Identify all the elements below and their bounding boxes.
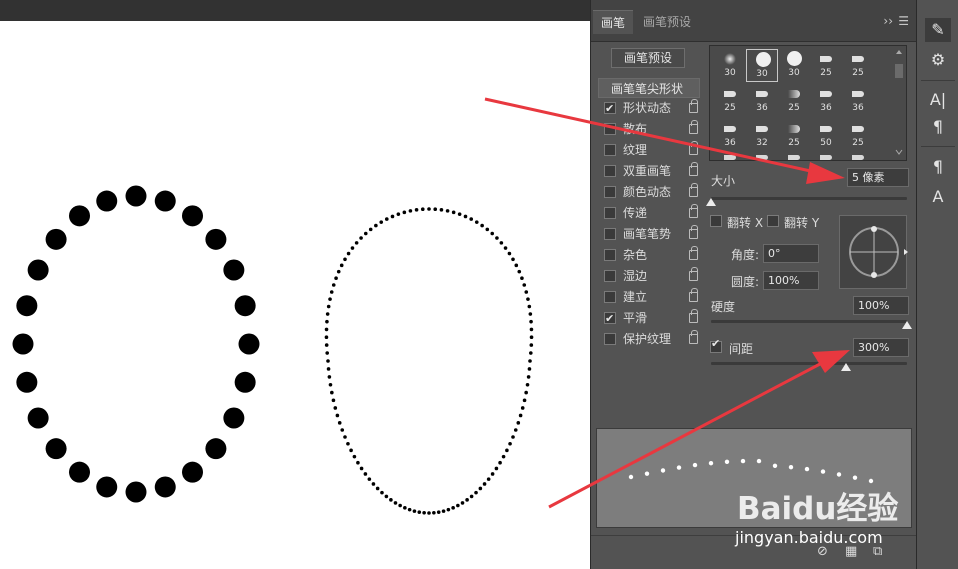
baidu-watermark-url: jingyan.baidu.com [735, 528, 883, 547]
arrow-to-size [484, 97, 816, 174]
baidu-watermark-logo: Baidu经验 [737, 491, 899, 527]
arrow-head-spacing [812, 350, 850, 373]
arrow-head-size [806, 162, 845, 184]
